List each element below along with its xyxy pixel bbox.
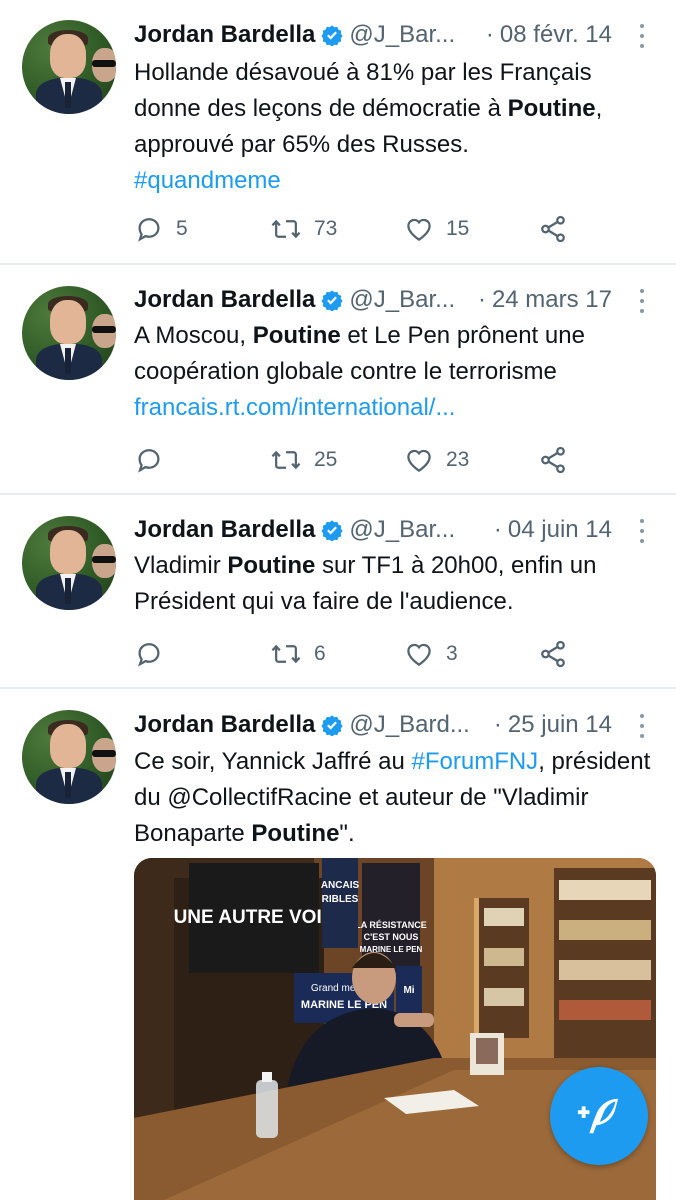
hashtag-link[interactable]: #ForumFNJ: [412, 748, 539, 775]
tweet-header: Jordan Bardella @J_Bar... · 04 juin 14: [134, 515, 656, 545]
author-handle[interactable]: @J_Bar...: [349, 286, 455, 314]
url-link[interactable]: francais.rt.com/international/...: [134, 394, 455, 421]
tweet-date[interactable]: 25 juin 14: [508, 711, 612, 739]
like-count: 3: [446, 642, 458, 665]
poster-text: LA RÉSISTANCE: [355, 920, 427, 930]
tweet-actions: 5 73 15: [134, 212, 596, 246]
tweet-text: Hollande désavoué à 81% par les Français…: [134, 59, 603, 194]
like-button[interactable]: 15: [404, 214, 469, 244]
tweet-actions: 25 23: [134, 443, 596, 477]
more-vertical-icon[interactable]: [638, 24, 646, 48]
like-button[interactable]: 23: [404, 445, 469, 475]
reply-button[interactable]: [134, 445, 176, 475]
poster-text: ANCAIS: [321, 880, 360, 891]
author-handle[interactable]: @J_Bard...: [349, 711, 469, 739]
heart-icon: [407, 643, 431, 666]
separator-dot: ·: [477, 286, 486, 313]
retweet-button[interactable]: 6: [270, 639, 326, 669]
tweet-actions: 6 3: [134, 637, 596, 671]
verified-badge-icon: [321, 25, 344, 46]
tweet-date[interactable]: 08 févr. 14: [500, 21, 612, 49]
avatar[interactable]: [22, 20, 116, 114]
author-handle[interactable]: @J_Bar...: [349, 516, 455, 544]
verified-badge-icon: [321, 715, 344, 736]
author-handle[interactable]: @J_Bar...: [349, 21, 455, 49]
tweet-header: Jordan Bardella @J_Bard... · 25 juin 14: [134, 710, 656, 740]
hashtag-link[interactable]: #quandmeme: [134, 167, 281, 194]
share-icon: [541, 215, 565, 243]
poster: ANCAIS RIBLES: [321, 858, 360, 948]
tweet[interactable]: Jordan Bardella @J_Bar... · 04 juin 14 V…: [0, 495, 676, 689]
share-button[interactable]: [538, 445, 568, 475]
tweet-date[interactable]: 24 mars 17: [492, 286, 612, 314]
tweet[interactable]: Jordan Bardella @J_Bar... · 24 mars 17 A…: [0, 265, 676, 495]
compose-tweet-button[interactable]: [550, 1067, 648, 1165]
reply-button[interactable]: [134, 639, 176, 669]
tweet-header: Jordan Bardella @J_Bar... · 08 févr. 14: [134, 20, 656, 50]
author-name[interactable]: Jordan Bardella: [134, 516, 315, 544]
author-name[interactable]: Jordan Bardella: [134, 21, 315, 49]
poster: UNE AUTRE VOIX: [174, 863, 335, 973]
heart-icon: [407, 449, 431, 472]
poster-text: UNE AUTRE VOIX: [174, 907, 335, 928]
avatar[interactable]: [22, 516, 116, 610]
like-count: 15: [446, 217, 470, 240]
poster-text: Mi: [403, 985, 414, 996]
like-button[interactable]: 3: [404, 639, 458, 669]
compose-tweet-icon: [577, 1098, 619, 1134]
share-icon: [541, 640, 565, 668]
retweet-button[interactable]: 25: [270, 445, 337, 475]
retweet-button[interactable]: 73: [270, 214, 337, 244]
retweet-icon: [271, 644, 301, 664]
share-button[interactable]: [538, 639, 568, 669]
tweet-header: Jordan Bardella @J_Bar... · 24 mars 17: [134, 285, 656, 315]
separator-dot: ·: [493, 711, 502, 738]
more-vertical-icon[interactable]: [638, 519, 646, 543]
like-count: 23: [446, 448, 470, 471]
verified-badge-icon: [321, 290, 344, 311]
poster-text: RIBLES: [322, 894, 359, 905]
avatar[interactable]: [22, 286, 116, 380]
poster: Mi: [396, 966, 422, 1016]
avatar[interactable]: [22, 710, 116, 804]
heart-icon: [407, 218, 431, 241]
more-vertical-icon[interactable]: [638, 289, 646, 313]
tweet-text: Vladimir Poutine sur TF1 à 20h00, enfin …: [134, 552, 597, 615]
retweet-count: 6: [314, 642, 326, 665]
reply-icon: [138, 218, 160, 242]
retweet-icon: [271, 219, 301, 239]
tweet-text: A Moscou, Poutine et Le Pen prônent une …: [134, 322, 585, 421]
tweet[interactable]: Jordan Bardella @J_Bar... · 08 févr. 14 …: [0, 0, 676, 265]
tweet-date[interactable]: 04 juin 14: [508, 516, 612, 544]
poster-text: C'EST NOUS: [364, 932, 419, 942]
author-name[interactable]: Jordan Bardella: [134, 711, 315, 739]
separator-dot: ·: [493, 516, 502, 543]
reply-button[interactable]: 5: [134, 214, 188, 244]
verified-badge-icon: [321, 520, 344, 541]
timeline-feed: Jordan Bardella @J_Bar... · 08 févr. 14 …: [0, 0, 676, 1200]
retweet-count: 73: [314, 217, 338, 240]
more-vertical-icon[interactable]: [638, 714, 646, 738]
tweet-text: Ce soir, Yannick Jaffré au #ForumFNJ, pr…: [134, 748, 651, 847]
reply-icon: [138, 643, 160, 667]
retweet-icon: [271, 450, 301, 470]
separator-dot: ·: [485, 21, 494, 48]
retweet-count: 25: [314, 448, 338, 471]
reply-icon: [138, 449, 160, 473]
share-button[interactable]: [538, 214, 568, 244]
reply-count: 5: [176, 217, 188, 240]
poster-text: MARINE LE PEN: [360, 945, 423, 954]
share-icon: [541, 446, 565, 474]
author-name[interactable]: Jordan Bardella: [134, 286, 315, 314]
